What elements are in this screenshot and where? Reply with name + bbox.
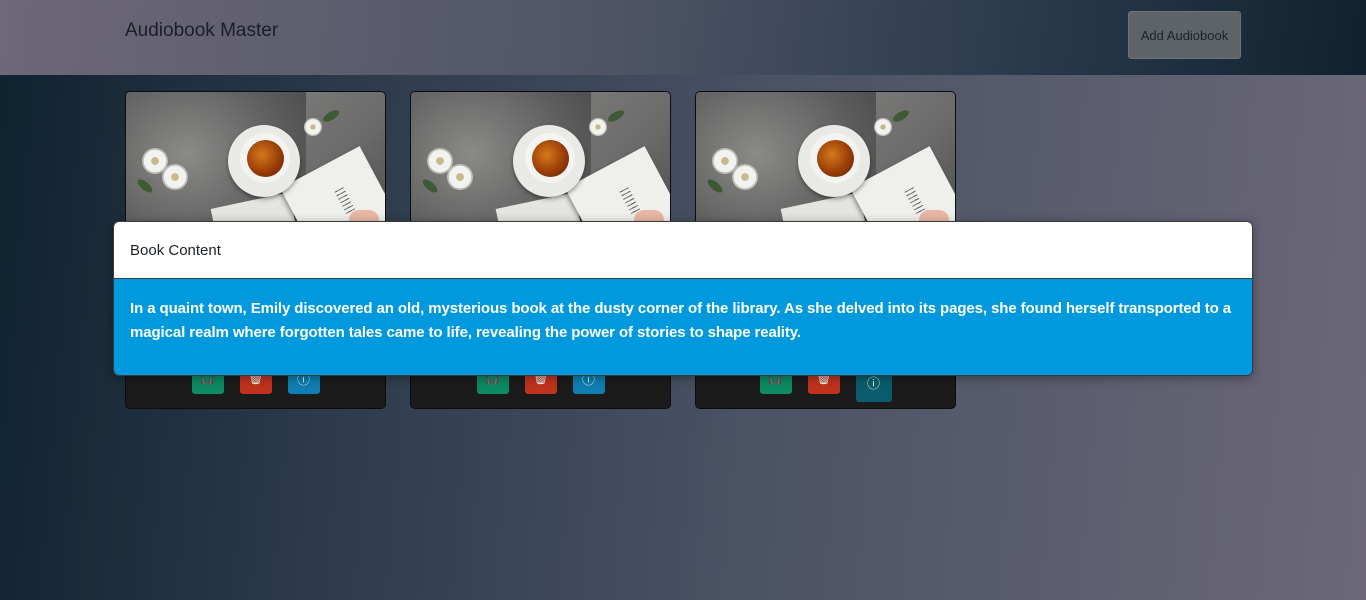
book-cover-image bbox=[126, 92, 385, 242]
top-navbar: Audiobook Master Add Audiobook bbox=[0, 0, 1366, 75]
app-brand[interactable]: Audiobook Master bbox=[125, 20, 278, 42]
modal-body-text: In a quaint town, Emily discovered an ol… bbox=[114, 279, 1252, 375]
modal-header: Book Content bbox=[114, 222, 1252, 279]
book-content-modal: Book Content In a quaint town, Emily dis… bbox=[113, 221, 1253, 376]
book-cover-image bbox=[411, 92, 670, 242]
book-cover-image bbox=[696, 92, 955, 242]
modal-title: Book Content bbox=[130, 242, 221, 259]
add-audiobook-button[interactable]: Add Audiobook bbox=[1128, 11, 1241, 59]
